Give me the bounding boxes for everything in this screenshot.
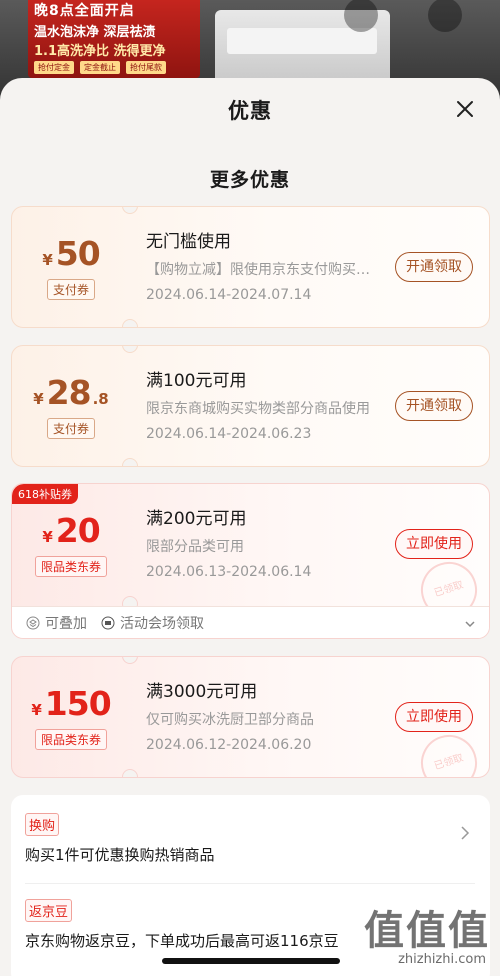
venue-item: 活动会场领取 [101, 613, 204, 633]
close-button[interactable] [452, 96, 478, 122]
coupon-condition: 满3000元可用 [146, 682, 258, 702]
trade-in-text: 购买1件可优惠换购热销商品 [25, 846, 215, 864]
more-icon[interactable] [428, 0, 462, 32]
washer-panel [227, 28, 377, 54]
promo-chip: 抢付尾款 [126, 61, 166, 74]
amount-number: 150 [44, 684, 112, 723]
promo-poster: 晚8点全面开启 温水泡沫净 深层祛渍 1.1高洗净比 洗得更净 抢付定金 定金截… [28, 0, 200, 78]
venue-label: 活动会场领取 [120, 616, 204, 632]
coupon-description: 仅可购买冰洗厨卫部分商品 [146, 712, 314, 728]
coupon-description: 限京东商城购买实物类部分商品使用 [146, 401, 370, 417]
coupon-card: 618补贴券 ¥ 20 限品类东券 满200元可用 限部分品类可用 2024.0… [11, 483, 490, 639]
watermark-logo: 值值值 [364, 908, 490, 954]
coupon-card: ¥ 150 限品类东券 满3000元可用 仅可购买冰洗厨卫部分商品 2024.0… [11, 656, 490, 778]
coupon-condition: 无门槛使用 [146, 232, 231, 252]
chevron-down-icon[interactable] [463, 617, 477, 631]
coupon-info: 满100元可用 限京东商城购买实物类部分商品使用 2024.06.14-2024… [146, 370, 376, 443]
coupon-description: 限部分品类可用 [146, 539, 244, 555]
coupon-amount: ¥ 20 [42, 511, 101, 550]
coupon-condition: 满200元可用 [146, 509, 247, 529]
coupon-card: ¥ 28 .8 支付券 满100元可用 限京东商城购买实物类部分商品使用 202… [11, 345, 490, 467]
promo-chips: 抢付定金 定金截止 抢付尾款 [34, 61, 194, 74]
use-now-button[interactable]: 立即使用 [395, 702, 473, 732]
coupon-date: 2024.06.12-2024.06.20 [146, 737, 312, 753]
ticket-icon [101, 616, 115, 630]
amount-number: 28 [46, 373, 92, 412]
amount-number: 20 [55, 511, 101, 550]
coupon-value: ¥ 50 支付券 [12, 207, 130, 327]
coupon-footer[interactable]: 可叠加 活动会场领取 [12, 606, 489, 638]
sheet-title: 优惠 [228, 99, 272, 123]
yen-symbol: ¥ [33, 390, 44, 408]
coupon-info: 满3000元可用 仅可购买冰洗厨卫部分商品 2024.06.12-2024.06… [146, 681, 376, 754]
coupon-type-tag: 限品类东券 [34, 556, 107, 577]
yen-symbol: ¥ [42, 528, 53, 546]
coupon-value: ¥ 28 .8 支付券 [12, 346, 130, 466]
activate-claim-button[interactable]: 开通领取 [395, 252, 473, 282]
home-indicator[interactable] [162, 958, 340, 964]
stackable-label: 可叠加 [45, 616, 87, 632]
close-icon [457, 101, 473, 117]
chevron-right-icon [461, 826, 470, 840]
promo-chip: 定金截止 [80, 61, 120, 74]
activate-claim-button[interactable]: 开通领取 [395, 391, 473, 421]
trade-in-row[interactable]: 换购 购买1件可优惠换购热销商品 [25, 813, 475, 865]
coupon-type-tag: 限品类东券 [34, 729, 107, 750]
amount-number: 50 [55, 234, 101, 273]
promo-line2: 温水泡沫净 深层祛渍 [34, 25, 156, 40]
coupon-value: ¥ 150 限品类东券 [12, 657, 130, 777]
coupon-info: 满200元可用 限部分品类可用 2024.06.13-2024.06.14 [146, 508, 376, 581]
coupon-date: 2024.06.13-2024.06.14 [146, 564, 312, 580]
promo-line3: 1.1高洗净比 洗得更净 [34, 44, 166, 59]
coupon-amount: ¥ 150 [31, 684, 112, 723]
trade-in-tag: 换购 [25, 813, 60, 836]
amount-decimal: .8 [92, 390, 109, 408]
coupon-value: ¥ 20 限品类东券 [12, 484, 130, 604]
coupon-date: 2024.06.14-2024.07.14 [146, 287, 312, 303]
coupon-date: 2024.06.14-2024.06.23 [146, 426, 312, 442]
claimed-stamp: 已领取 [413, 727, 485, 777]
coupon-amount: ¥ 50 [42, 234, 101, 273]
watermark-url: zhizhizhi.com [398, 952, 486, 967]
coupon-type-tag: 支付券 [46, 279, 95, 300]
coupon-amount: ¥ 28 .8 [33, 373, 109, 412]
coupon-description: 【购物立减】限使用京东支付购买部分商品 [146, 262, 376, 278]
coupon-type-tag: 支付券 [46, 418, 95, 439]
use-now-button[interactable]: 立即使用 [395, 529, 473, 559]
coupon-condition: 满100元可用 [146, 371, 247, 391]
promo-chip: 抢付定金 [34, 61, 74, 74]
coupon-card: ¥ 50 支付券 无门槛使用 【购物立减】限使用京东支付购买部分商品 2024.… [11, 206, 490, 328]
yen-symbol: ¥ [42, 251, 53, 269]
yen-symbol: ¥ [31, 701, 42, 719]
sheet-header: 优惠 [0, 78, 500, 142]
section-title: 更多优惠 [209, 169, 290, 191]
coupon-info: 无门槛使用 【购物立减】限使用京东支付购买部分商品 2024.06.14-202… [146, 231, 376, 304]
stack-icon [26, 616, 40, 630]
promo-line1: 晚8点全面开启 [34, 3, 135, 19]
divider [25, 883, 475, 884]
jingdou-tag: 返京豆 [25, 899, 73, 922]
stackable-item: 可叠加 [26, 613, 87, 633]
